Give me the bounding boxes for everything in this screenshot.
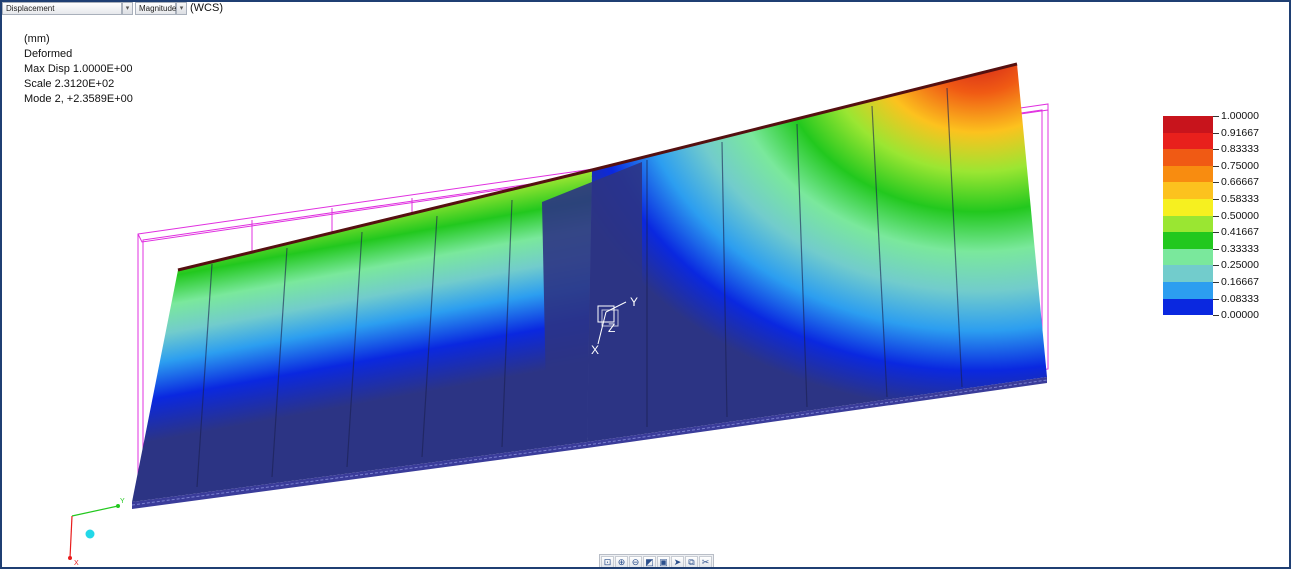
component-chevron-down-icon[interactable]: ▾ [176,2,187,15]
legend-label: 0.33333 [1221,242,1259,255]
legend-label: 0.83333 [1221,143,1259,156]
legend-tick [1213,165,1219,167]
component-dropdown[interactable]: Magnitude [135,2,176,15]
legend-swatch [1163,182,1213,199]
legend-tick [1213,149,1219,151]
triad-x-label: X [591,343,599,357]
graphics-viewport[interactable]: Y X Z Y X Displacement ▾ Magnitude ▾ (WC… [0,0,1291,569]
scale-label: Scale 2.3120E+02 [24,78,115,90]
legend-swatch [1163,199,1213,216]
legend-tick [1213,132,1219,134]
zoom-fit-icon[interactable]: ⊡ [601,556,614,567]
coordinate-system-label: (WCS) [190,2,223,14]
legend-label: 0.50000 [1221,209,1259,222]
legend-label: 0.75000 [1221,159,1259,172]
view-icon[interactable]: ▣ [657,556,670,567]
units-label: (mm) [24,33,50,45]
legend-tick [1213,116,1219,117]
legend-swatch [1163,116,1213,133]
legend-swatch [1163,248,1213,266]
result-type-value: Displacement [6,4,55,13]
legend-tick [1213,248,1219,250]
legend-label: 0.08333 [1221,292,1259,305]
shade-icon[interactable]: ◩ [643,556,656,567]
legend-tick [1213,298,1219,300]
pan-icon[interactable]: ➤ [671,556,684,567]
legend-label: 0.91667 [1221,126,1259,139]
zoom-out-icon[interactable]: ⊖ [629,556,642,567]
view-toolbar: ⊡ ⊕ ⊖ ◩ ▣ ➤ ⧉ ✂ [599,554,714,567]
result-type-chevron-down-icon[interactable]: ▾ [122,2,133,15]
legend-label: 0.41667 [1221,226,1259,239]
component-value: Magnitude [139,4,177,13]
result-info: (mm) Deformed Max Disp 1.0000E+00 Scale … [24,32,133,107]
legend-label: 1.00000 [1221,110,1259,122]
state-label: Deformed [24,48,73,60]
legend-label: 0.58333 [1221,193,1259,205]
max-disp-label: Max Disp 1.0000E+00 [24,63,133,75]
legend-label: 0.66667 [1221,176,1259,189]
query-icon[interactable]: ✂ [699,556,712,567]
legend-label: 0.16667 [1221,276,1259,288]
legend-swatch [1163,282,1213,299]
model-view[interactable]: Y X Z Y X [2,2,1289,567]
legend-swatch [1163,165,1213,183]
legend-swatch [1163,215,1213,233]
legend-swatch [1163,265,1213,282]
mode-label: Mode 2, +2.3589E+00 [24,93,133,105]
legend-tick [1213,282,1219,283]
select-icon[interactable]: ⧉ [685,556,698,567]
legend-tick [1213,315,1219,317]
legend-tick [1213,265,1219,267]
legend-tick [1213,182,1219,184]
legend-label: 0.25000 [1221,259,1259,272]
axis-y-label: Y [120,498,125,505]
legend-tick [1213,215,1219,217]
result-type-dropdown[interactable]: Displacement [2,2,122,15]
legend-swatch [1163,232,1213,249]
legend-swatch [1163,298,1213,316]
legend-swatch [1163,132,1213,150]
axis-x-label: X [74,560,79,567]
legend-label: 0.00000 [1221,309,1259,322]
triad-z-label: Z [608,321,615,335]
triad-y-label: Y [630,295,638,309]
legend-tick [1213,199,1219,200]
deformed-panel-right [587,64,1047,442]
legend-swatch [1163,149,1213,166]
global-axes-icon [68,504,120,560]
zoom-in-icon[interactable]: ⊕ [615,556,628,567]
legend-tick [1213,232,1219,234]
